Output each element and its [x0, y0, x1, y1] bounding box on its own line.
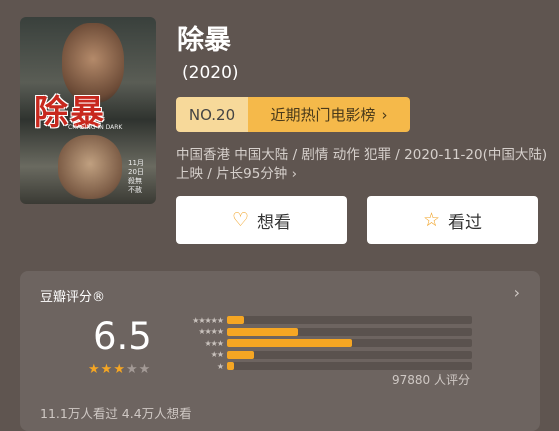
- rating-bar-track: [227, 316, 472, 324]
- rating-row-stars: ★★★★: [198, 327, 224, 336]
- rating-row-stars: ★: [216, 361, 224, 371]
- rating-bar-fill: [227, 339, 352, 347]
- star-empty-icon: ★: [125, 362, 139, 377]
- rating-stars: ★★★★★: [88, 362, 151, 377]
- rating-bar-fill: [227, 362, 235, 370]
- rank-number: NO.20: [176, 97, 248, 132]
- rating-row-stars: ★★★: [204, 338, 224, 348]
- rating-bar-fill: [227, 316, 245, 324]
- rating-count: 97880 人评分: [392, 373, 470, 387]
- rating-distribution-row: ★★★★★: [170, 315, 472, 325]
- rating-distribution-row: ★★★: [170, 338, 472, 348]
- rating-distribution-row: ★: [170, 361, 472, 371]
- watched-label: 看过: [448, 212, 483, 233]
- poster-date: 11月20日 殺無不赦: [128, 159, 144, 194]
- rating-label: 豆瓣评分®: [40, 290, 106, 305]
- rating-bar-track: [227, 327, 472, 336]
- watched-button[interactable]: ☆ 看过: [367, 196, 538, 244]
- rating-row-stars: ★★: [210, 350, 224, 359]
- watch-stats: 11.1万人看过 4.4万人想看: [40, 406, 192, 421]
- rating-bar-fill: [227, 350, 254, 359]
- chevron-right-icon: ›: [381, 105, 388, 124]
- rating-distribution-row: ★★: [170, 350, 472, 360]
- movie-title: 除暴: [177, 25, 231, 56]
- movie-year: (2020): [182, 63, 239, 83]
- rating-bar-track: [227, 339, 472, 347]
- star-filled-icon: ★: [113, 362, 126, 377]
- rank-list-link: 近期热门电影榜 ›: [248, 97, 410, 132]
- poster-subtitle: CHASING IN DARK: [68, 124, 123, 131]
- rating-distribution: ★★★★★ ★★★★ ★★★ ★★ ★: [170, 315, 472, 373]
- star-outline-icon: ☆: [422, 209, 441, 231]
- rating-card: 豆瓣评分® › 6.5 ★★★★★ ★★★★★ ★★★★ ★★★ ★★ ★ 97880 …: [20, 271, 540, 431]
- rating-distribution-row: ★★★★: [170, 327, 472, 337]
- rating-bar-track: [227, 350, 472, 359]
- heart-plus-icon: ♡: [231, 209, 250, 231]
- star-empty-icon: ★: [138, 362, 152, 377]
- poster-face-bottom: [58, 135, 122, 199]
- rating-bar-fill: [227, 327, 299, 336]
- rank-list-label: 近期热门电影榜: [270, 106, 376, 124]
- movie-poster[interactable]: 除暴 CHASING IN DARK 11月20日 殺無不赦: [20, 17, 156, 204]
- want-to-watch-button[interactable]: ♡ 想看: [176, 196, 347, 244]
- chevron-right-icon[interactable]: ›: [514, 283, 520, 302]
- rating-row-stars: ★★★★★: [192, 315, 224, 325]
- star-filled-icon: ★: [100, 362, 114, 377]
- rating-bar-track: [227, 362, 472, 370]
- rating-score: 6.5: [93, 315, 152, 358]
- star-filled-icon: ★: [88, 362, 101, 377]
- movie-meta-info[interactable]: 中国香港 中国大陆 / 剧情 动作 犯罪 / 2020-11-20(中国大陆) …: [176, 146, 551, 184]
- want-to-watch-label: 想看: [257, 212, 292, 233]
- rank-badge[interactable]: NO.20 近期热门电影榜 ›: [176, 97, 410, 132]
